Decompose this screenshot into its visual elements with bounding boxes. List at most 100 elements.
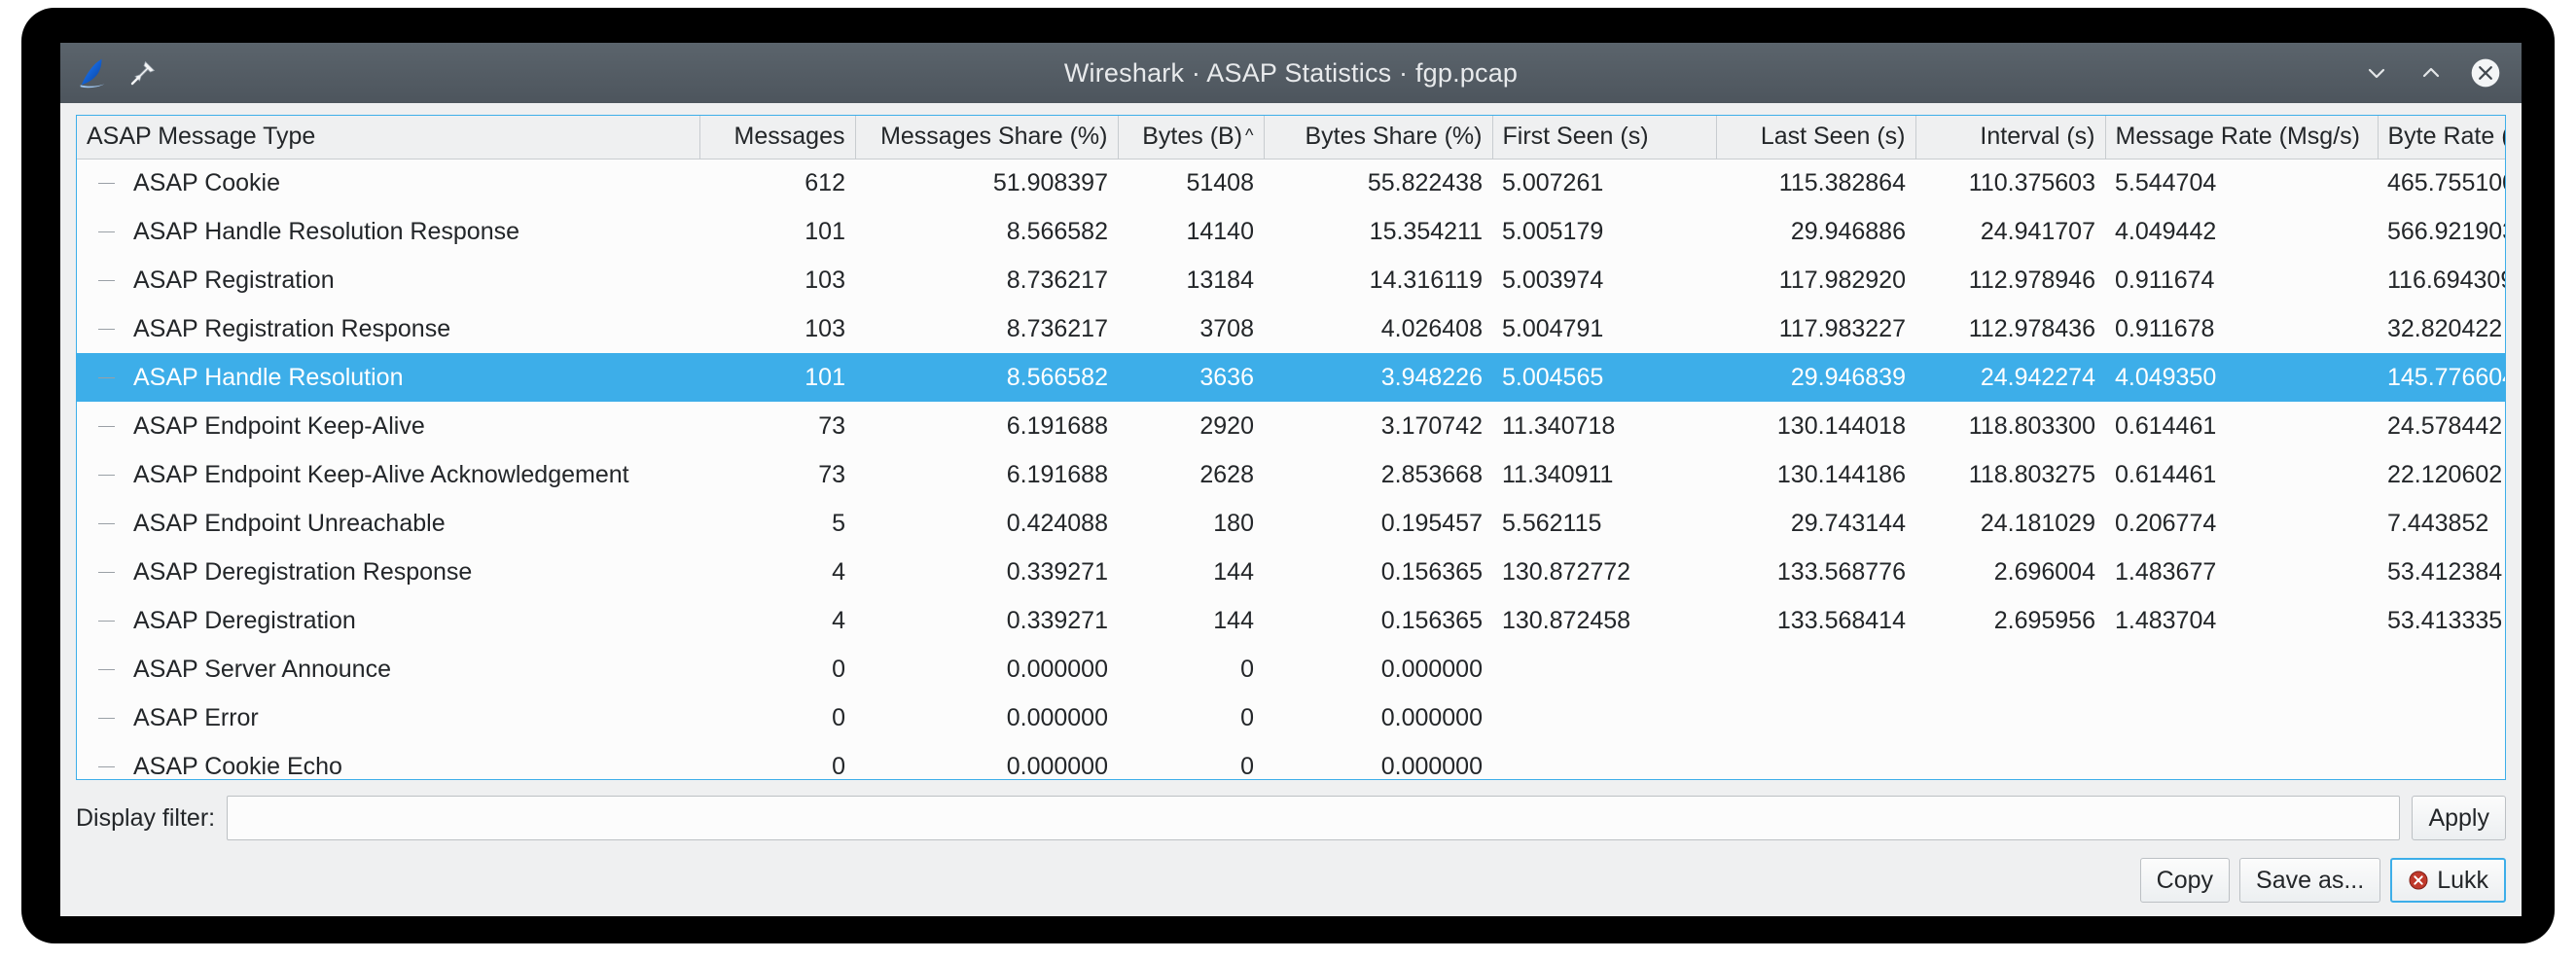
tree-branch-icon bbox=[98, 572, 115, 573]
cell-interval: 112.978946 bbox=[1915, 256, 2105, 304]
cell-bytes-share: 14.316119 bbox=[1264, 256, 1492, 304]
row-message-type: ASAP Endpoint Keep-Alive Acknowledgement bbox=[77, 450, 699, 499]
tree-branch-icon bbox=[98, 231, 115, 232]
table-row[interactable]: ASAP Deregistration40.3392711440.1563651… bbox=[77, 596, 2506, 645]
cell-message-rate: 5.544704 bbox=[2105, 159, 2378, 207]
cell-first-seen: 5.003974 bbox=[1492, 256, 1716, 304]
cell-last-seen: 29.946839 bbox=[1716, 353, 1915, 402]
row-message-type-label: ASAP Deregistration bbox=[133, 607, 356, 635]
table-row[interactable]: ASAP Endpoint Unreachable50.4240881800.1… bbox=[77, 499, 2506, 548]
column-header-bytes-share[interactable]: Bytes Share (%) bbox=[1264, 116, 1492, 159]
cell-bytes: 144 bbox=[1118, 596, 1264, 645]
table-row[interactable]: ASAP Endpoint Keep-Alive Acknowledgement… bbox=[77, 450, 2506, 499]
column-header-interval-s[interactable]: Interval (s) bbox=[1915, 116, 2105, 159]
row-message-type: ASAP Endpoint Unreachable bbox=[77, 499, 699, 548]
asap-statistics-table: ASAP Message TypeMessagesMessages Share … bbox=[77, 116, 2506, 780]
table-row[interactable]: ASAP Handle Resolution Response1018.5665… bbox=[77, 207, 2506, 256]
column-header-messages-share[interactable]: Messages Share (%) bbox=[855, 116, 1118, 159]
cell-messages: 5 bbox=[699, 499, 855, 548]
column-header-first-seen-s[interactable]: First Seen (s) bbox=[1492, 116, 1716, 159]
row-message-type: ASAP Deregistration bbox=[77, 596, 699, 645]
chevron-down-icon[interactable] bbox=[2360, 56, 2393, 89]
table-row[interactable]: ASAP Error00.00000000.000000 bbox=[77, 693, 2506, 742]
window-controls bbox=[2360, 56, 2508, 89]
cell-interval: 110.375603 bbox=[1915, 159, 2105, 207]
column-header-bytes-b[interactable]: Bytes (B)^ bbox=[1118, 116, 1264, 159]
cell-messages: 101 bbox=[699, 207, 855, 256]
column-header-message-rate-msg-s[interactable]: Message Rate (Msg/s) bbox=[2105, 116, 2378, 159]
apply-button[interactable]: Apply bbox=[2412, 796, 2506, 840]
tree-branch-icon bbox=[98, 329, 115, 330]
dialog-button-row: Copy Save as... Lukk bbox=[76, 850, 2506, 907]
cell-interval: 118.803300 bbox=[1915, 402, 2105, 450]
cell-bytes-share: 2.853668 bbox=[1264, 450, 1492, 499]
cell-interval: 2.696004 bbox=[1915, 548, 2105, 596]
cell-messages-share: 8.736217 bbox=[855, 304, 1118, 353]
cell-first-seen bbox=[1492, 693, 1716, 742]
chevron-up-icon[interactable] bbox=[2415, 56, 2448, 89]
copy-button[interactable]: Copy bbox=[2140, 858, 2230, 903]
pin-icon[interactable] bbox=[128, 58, 158, 88]
row-message-type-label: ASAP Registration Response bbox=[133, 315, 450, 343]
cell-bytes: 13184 bbox=[1118, 256, 1264, 304]
tree-branch-icon bbox=[98, 280, 115, 281]
column-header-label: Byte Rate (B/s) bbox=[2388, 123, 2507, 150]
cell-bytes-share: 3.170742 bbox=[1264, 402, 1492, 450]
cell-bytes-share: 0.000000 bbox=[1264, 645, 1492, 693]
cell-interval: 2.695956 bbox=[1915, 596, 2105, 645]
cell-first-seen: 5.007261 bbox=[1492, 159, 1716, 207]
cell-byte-rate: 145.776604 bbox=[2378, 353, 2506, 402]
cell-message-rate: 1.483704 bbox=[2105, 596, 2378, 645]
close-x-icon[interactable] bbox=[2469, 56, 2502, 89]
cell-messages-share: 0.339271 bbox=[855, 548, 1118, 596]
row-message-type: ASAP Registration bbox=[77, 256, 699, 304]
column-header-asap-message-type[interactable]: ASAP Message Type bbox=[77, 116, 699, 159]
cell-messages-share: 0.000000 bbox=[855, 742, 1118, 780]
save-as-button[interactable]: Save as... bbox=[2239, 858, 2380, 903]
cell-byte-rate: 465.755100 bbox=[2378, 159, 2506, 207]
row-message-type-label: ASAP Handle Resolution bbox=[133, 364, 404, 392]
table-row[interactable]: ASAP Endpoint Keep-Alive736.19168829203.… bbox=[77, 402, 2506, 450]
column-header-last-seen-s[interactable]: Last Seen (s) bbox=[1716, 116, 1915, 159]
cell-message-rate bbox=[2105, 693, 2378, 742]
cell-messages: 73 bbox=[699, 402, 855, 450]
cell-first-seen: 130.872458 bbox=[1492, 596, 1716, 645]
cell-first-seen: 5.004565 bbox=[1492, 353, 1716, 402]
cell-message-rate bbox=[2105, 645, 2378, 693]
column-header-label: Last Seen (s) bbox=[1761, 123, 1906, 150]
cell-messages: 73 bbox=[699, 450, 855, 499]
cell-bytes: 3708 bbox=[1118, 304, 1264, 353]
sort-ascending-icon: ^ bbox=[1245, 125, 1253, 145]
cell-bytes: 180 bbox=[1118, 499, 1264, 548]
table-row[interactable]: ASAP Cookie61251.9083975140855.8224385.0… bbox=[77, 159, 2506, 207]
table-row[interactable]: ASAP Cookie Echo00.00000000.000000 bbox=[77, 742, 2506, 780]
table-row[interactable]: ASAP Registration1038.7362171318414.3161… bbox=[77, 256, 2506, 304]
cell-bytes-share: 55.822438 bbox=[1264, 159, 1492, 207]
cell-last-seen: 117.983227 bbox=[1716, 304, 1915, 353]
column-header-messages[interactable]: Messages bbox=[699, 116, 855, 159]
window-title: Wireshark · ASAP Statistics · fgp.pcap bbox=[60, 58, 2522, 89]
table-row[interactable]: ASAP Registration Response 1038.736217370… bbox=[77, 304, 2506, 353]
row-message-type: ASAP Endpoint Keep-Alive bbox=[77, 402, 699, 450]
display-filter-input[interactable] bbox=[227, 796, 2400, 840]
cell-last-seen: 130.144186 bbox=[1716, 450, 1915, 499]
column-header-byte-rate-b-s[interactable]: Byte Rate (B/s) bbox=[2378, 116, 2506, 159]
table-row[interactable]: ASAP Server Announce00.00000000.000000 bbox=[77, 645, 2506, 693]
close-button[interactable]: Lukk bbox=[2390, 858, 2506, 903]
title-bar: Wireshark · ASAP Statistics · fgp.pcap bbox=[60, 43, 2522, 103]
cell-messages-share: 51.908397 bbox=[855, 159, 1118, 207]
screen: Wireshark · ASAP Statistics · fgp.pcap bbox=[0, 0, 2576, 960]
cell-bytes: 51408 bbox=[1118, 159, 1264, 207]
row-message-type-label: ASAP Endpoint Keep-Alive bbox=[133, 412, 425, 441]
cell-interval bbox=[1915, 742, 2105, 780]
cell-messages: 0 bbox=[699, 693, 855, 742]
cell-interval: 24.181029 bbox=[1915, 499, 2105, 548]
cell-message-rate: 0.911678 bbox=[2105, 304, 2378, 353]
cell-messages: 103 bbox=[699, 304, 855, 353]
cell-last-seen bbox=[1716, 645, 1915, 693]
table-row[interactable]: ASAP Handle Resolution1018.56658236363.9… bbox=[77, 353, 2506, 402]
row-message-type-label: ASAP Server Announce bbox=[133, 656, 391, 684]
table-row[interactable]: ASAP Deregistration Response40.339271144… bbox=[77, 548, 2506, 596]
cell-bytes: 2628 bbox=[1118, 450, 1264, 499]
cell-first-seen: 5.562115 bbox=[1492, 499, 1716, 548]
